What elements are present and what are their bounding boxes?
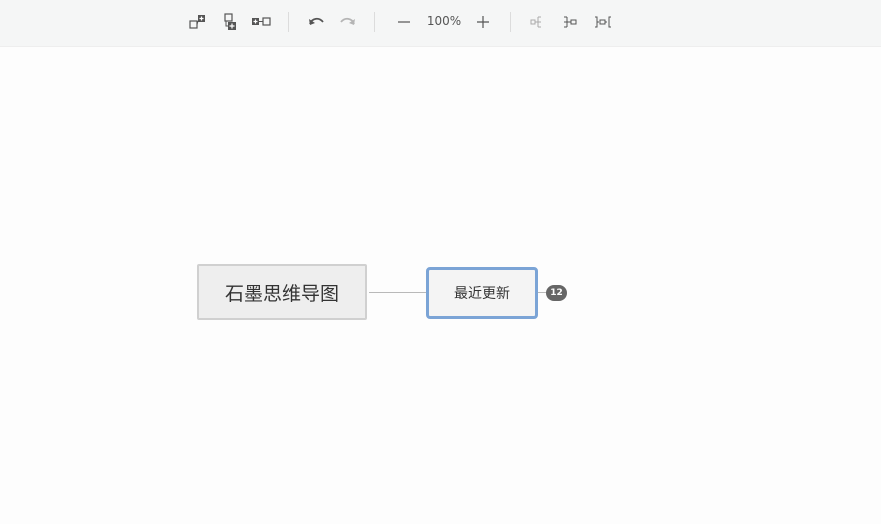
topic-connector — [369, 292, 427, 293]
add-sibling-icon[interactable] — [218, 10, 242, 34]
zoom-level: 100% — [426, 14, 462, 28]
layout-left-icon[interactable] — [558, 10, 582, 34]
child-topic-selected[interactable]: 最近更新 — [426, 267, 538, 319]
minus-icon[interactable] — [392, 10, 416, 34]
root-topic-label: 石墨思维导图 — [224, 282, 339, 305]
collapsed-count-badge[interactable]: 12 — [546, 285, 567, 301]
toolbar-divider — [374, 12, 375, 32]
toolbar-divider — [510, 12, 511, 32]
layout-right-icon[interactable] — [526, 10, 550, 34]
add-parent-icon[interactable] — [249, 10, 273, 34]
child-topic-label: 最近更新 — [454, 286, 510, 302]
redo-icon[interactable] — [336, 10, 360, 34]
root-topic[interactable]: 石墨思维导图 — [197, 264, 367, 320]
plus-icon[interactable] — [471, 10, 495, 34]
undo-icon[interactable] — [304, 10, 328, 34]
toolbar: 100% — [0, 0, 881, 47]
layout-both-icon[interactable] — [591, 10, 615, 34]
add-child-icon[interactable] — [185, 10, 209, 34]
toolbar-divider — [288, 12, 289, 32]
